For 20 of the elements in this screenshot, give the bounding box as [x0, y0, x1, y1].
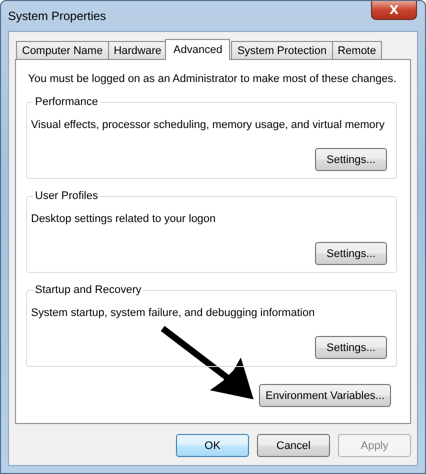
- dialog-button[interactable]: Cancel: [257, 434, 330, 457]
- tab[interactable]: System Protection: [231, 41, 333, 59]
- group-description: System startup, system failure, and debugging information: [31, 306, 316, 320]
- settings-button[interactable]: Settings...: [315, 148, 387, 171]
- settings-button[interactable]: Settings...: [315, 242, 387, 265]
- dialog-button[interactable]: OK: [176, 434, 249, 457]
- tab[interactable]: Computer Name: [16, 41, 109, 59]
- group-title: Startup and Recovery: [33, 284, 144, 296]
- group-description: Visual effects, processor scheduling, memory usage, and virtual memory: [31, 118, 386, 132]
- close-button[interactable]: X: [371, 1, 417, 20]
- group-description: Desktop settings related to your logon: [31, 212, 217, 226]
- window-title: System Properties: [8, 9, 106, 23]
- tab[interactable]: Advanced: [165, 39, 230, 60]
- notice-text: You must be logged on as an Administrator to make most of these changes.: [28, 72, 397, 86]
- tab[interactable]: Remote: [332, 41, 382, 59]
- environment-variables-button[interactable]: Environment Variables...: [259, 384, 391, 407]
- settings-button[interactable]: Settings...: [315, 336, 387, 359]
- tab[interactable]: Hardware: [108, 41, 168, 59]
- group-title: User Profiles: [33, 190, 100, 202]
- group-title: Performance: [33, 96, 100, 108]
